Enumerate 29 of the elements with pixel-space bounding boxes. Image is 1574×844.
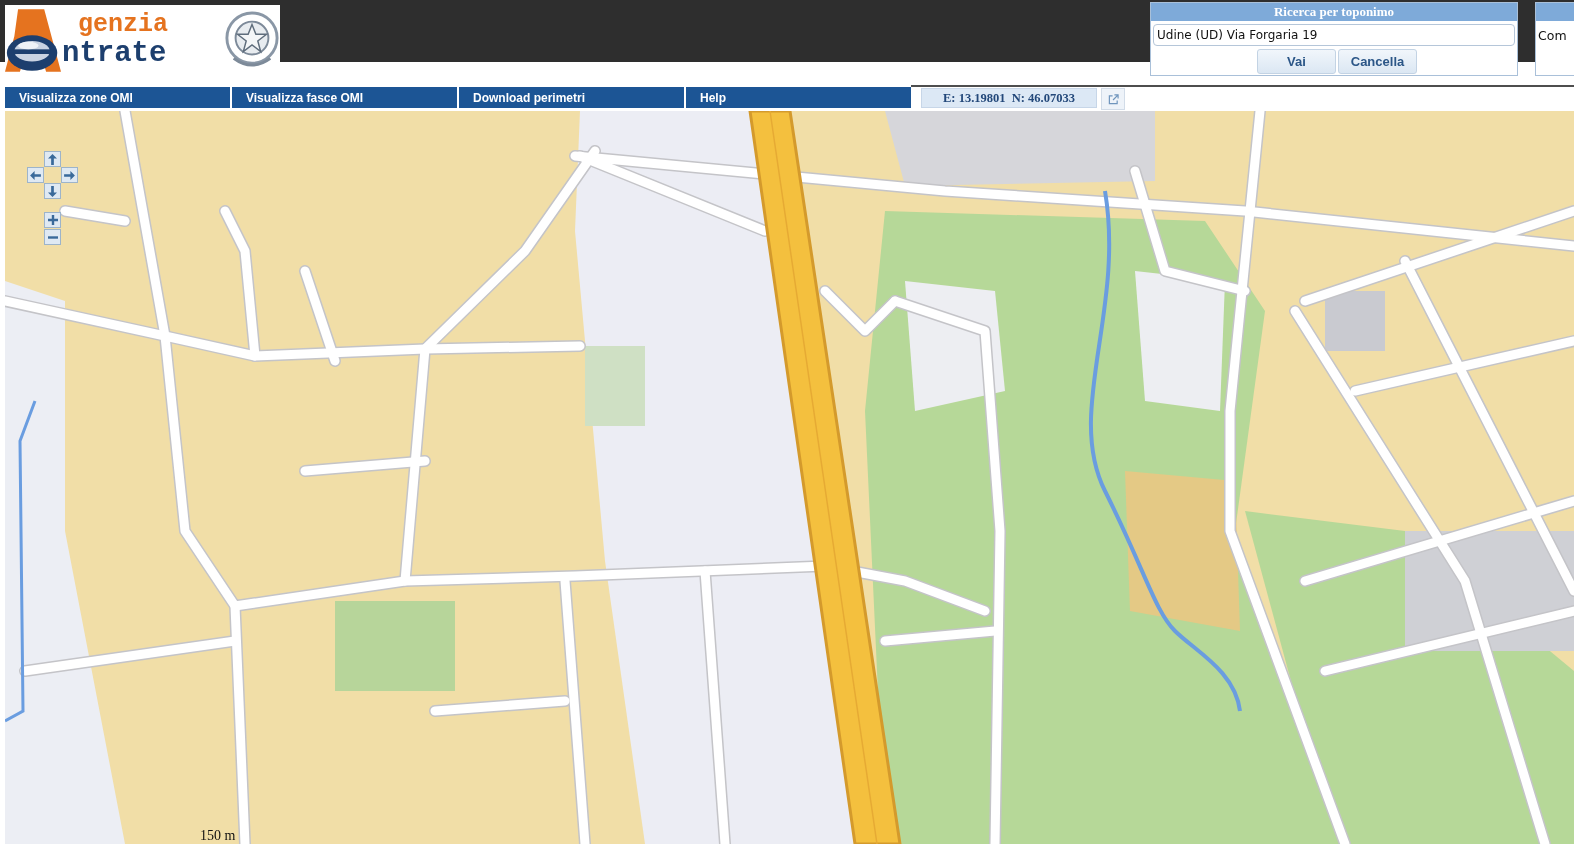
menu-tab[interactable]: Download perimetri xyxy=(459,87,684,108)
panel-button[interactable]: Cancella xyxy=(1338,49,1417,74)
logo-text: ntrate xyxy=(62,39,168,69)
scale-label: 150 m xyxy=(200,828,236,844)
zoom-in-button[interactable] xyxy=(44,212,61,228)
coordinates-display: E: 13.19801 N: 46.07033 xyxy=(921,88,1097,108)
menu-tab[interactable]: Visualizza fasce OMI xyxy=(232,87,457,108)
arrow-icon xyxy=(48,153,57,165)
panel-header-bar xyxy=(1536,3,1574,21)
menu-tab[interactable]: Help xyxy=(686,87,911,108)
pan-left-button[interactable] xyxy=(27,167,44,183)
arrow-icon xyxy=(64,170,75,180)
panel-title: Ricerca per toponimo xyxy=(1151,3,1517,21)
plus-icon xyxy=(47,215,58,225)
pan-up-button[interactable] xyxy=(44,151,61,167)
logo-mark-icon xyxy=(5,7,61,73)
external-link-icon xyxy=(1107,93,1119,105)
minus-icon xyxy=(47,235,58,239)
logo-text: genzia xyxy=(78,11,168,39)
pan-right-button[interactable] xyxy=(61,167,78,183)
menu-tab[interactable]: Visualizza zone OMI xyxy=(5,87,230,108)
search-field[interactable]: Udine (UD) Via Forgaria 19 xyxy=(1153,24,1515,46)
arrow-icon xyxy=(30,170,41,180)
pan-down-button[interactable] xyxy=(44,183,61,199)
arrow-icon xyxy=(48,185,57,197)
popout-button[interactable] xyxy=(1101,88,1125,110)
panel-button[interactable]: Vai xyxy=(1257,49,1336,74)
zoom-out-button[interactable] xyxy=(44,229,61,245)
panel-text: Com xyxy=(1537,27,1568,45)
